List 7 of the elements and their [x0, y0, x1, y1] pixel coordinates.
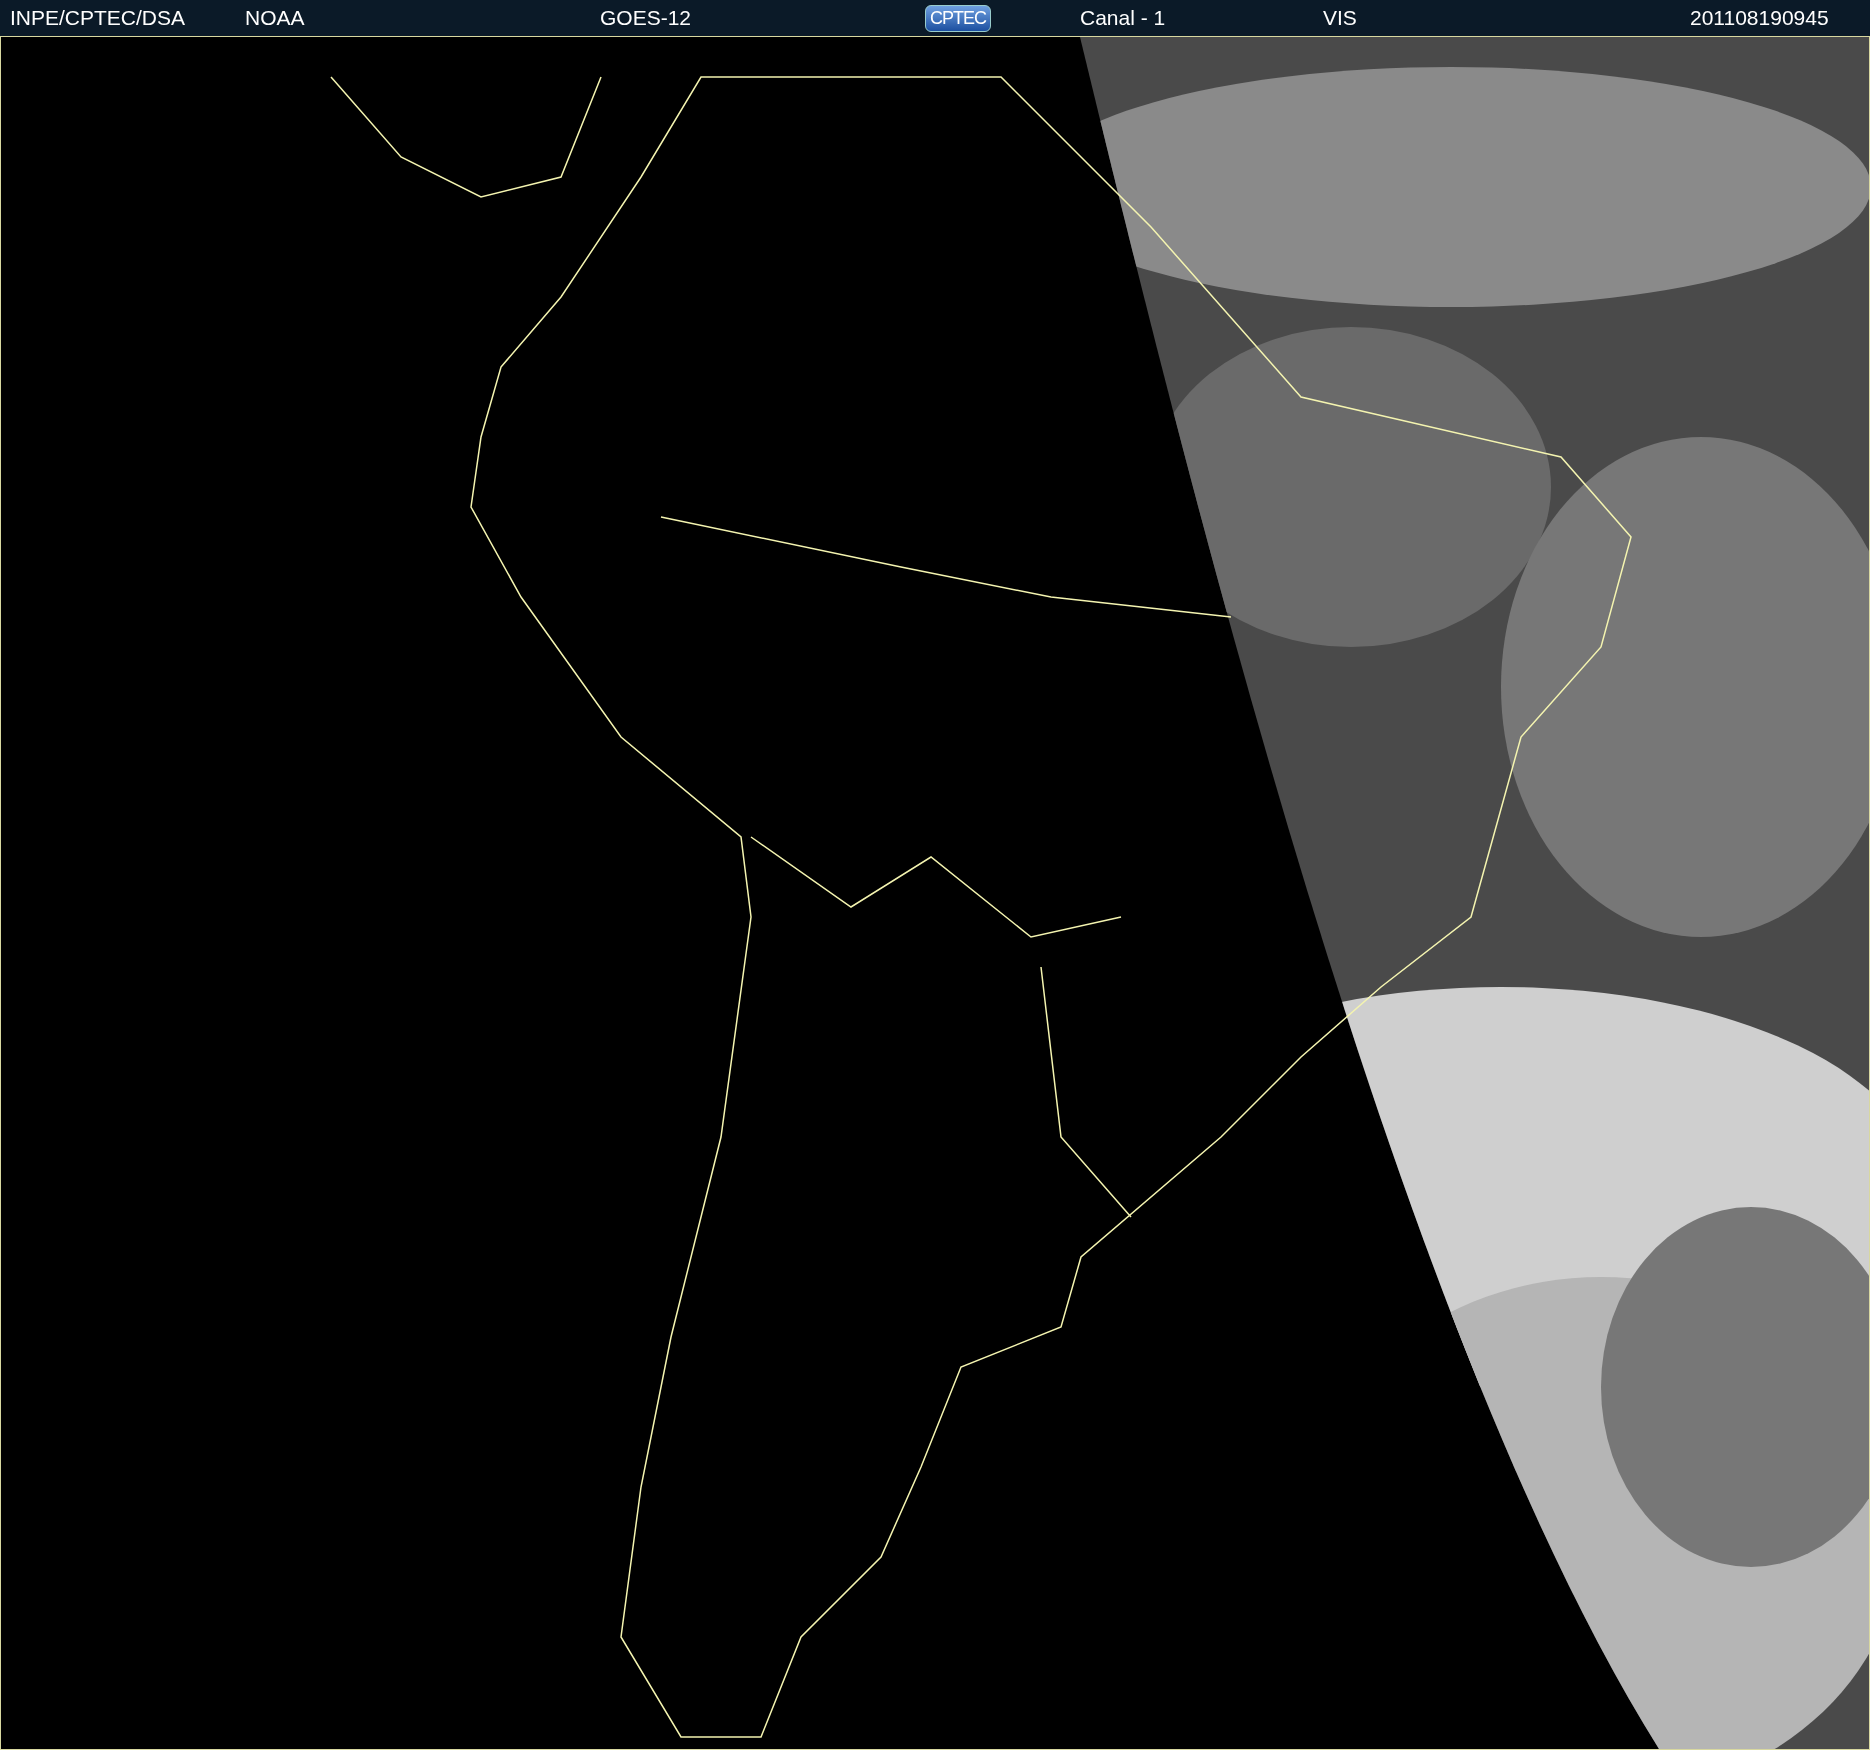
logo: CPTEC — [925, 4, 991, 32]
timestamp-label: 201108190945 — [1690, 6, 1829, 30]
agency-label: NOAA — [245, 6, 306, 30]
satellite-label: GOES-12 — [600, 6, 693, 30]
source-label: INPE/CPTEC/DSA — [10, 6, 187, 30]
channel-label: Canal - 1 — [1080, 6, 1167, 30]
band-label: VIS — [1323, 6, 1358, 30]
